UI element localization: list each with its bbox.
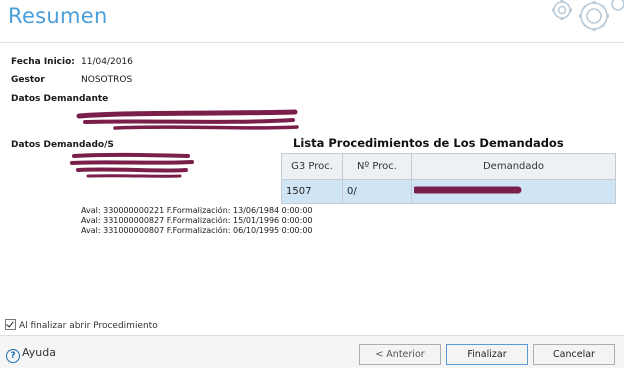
gears-icon (552, 0, 624, 31)
finalizar-button[interactable]: Finalizar (446, 344, 528, 365)
cell-demandado (411, 179, 616, 204)
gestor-value: NOSOTROS (81, 75, 133, 85)
help-icon: ? (6, 349, 20, 363)
procedimientos-table: G3 Proc. Nº Proc. Demandado 1507 0/ (281, 153, 616, 204)
checkmark-icon[interactable] (5, 319, 16, 330)
demandante-redaction (76, 109, 299, 130)
table-row[interactable]: 1507 0/ (281, 179, 616, 204)
footer-bar: ? Ayuda < Anterior Finalizar Cancelar (0, 336, 624, 368)
aval-line-3: Aval: 331000000807 F.Formalización: 06/1… (81, 226, 313, 235)
cancelar-button[interactable]: Cancelar (533, 344, 615, 365)
aval-line-2: Aval: 331000000827 F.Formalización: 15/0… (81, 216, 313, 225)
column-header-num-proc[interactable]: Nº Proc. (342, 153, 412, 180)
abrir-procedimiento-checkbox[interactable]: Al finalizar abrir Procedimiento (5, 319, 158, 331)
demandado-redaction (70, 152, 194, 178)
demandado-cell-redaction (414, 186, 522, 194)
cell-num-proc: 0/ (342, 179, 412, 204)
title-bar: Resumen (0, 0, 624, 38)
column-header-demandado[interactable]: Demandado (411, 153, 616, 180)
table-header-row: G3 Proc. Nº Proc. Demandado (281, 153, 616, 180)
datos-demandado-label: Datos Demandado/S (11, 140, 114, 150)
fecha-inicio-label: Fecha Inicio: (11, 57, 75, 67)
gestor-label: Gestor (11, 75, 45, 85)
fecha-inicio-value: 11/04/2016 (81, 57, 133, 67)
header-divider (0, 42, 624, 43)
aval-line-1: Aval: 330000000221 F.Formalización: 13/0… (81, 206, 313, 215)
help-link[interactable]: ? Ayuda (6, 346, 56, 363)
column-header-g3-proc[interactable]: G3 Proc. (281, 153, 343, 180)
abrir-procedimiento-label: Al finalizar abrir Procedimiento (19, 321, 158, 331)
anterior-button[interactable]: < Anterior (359, 344, 441, 365)
help-label: Ayuda (22, 346, 56, 359)
procedimientos-list-title: Lista Procedimientos de Los Demandados (293, 136, 564, 150)
cell-g3-proc: 1507 (281, 179, 343, 204)
datos-demandante-label: Datos Demandante (11, 94, 109, 104)
page-title: Resumen (8, 4, 108, 28)
